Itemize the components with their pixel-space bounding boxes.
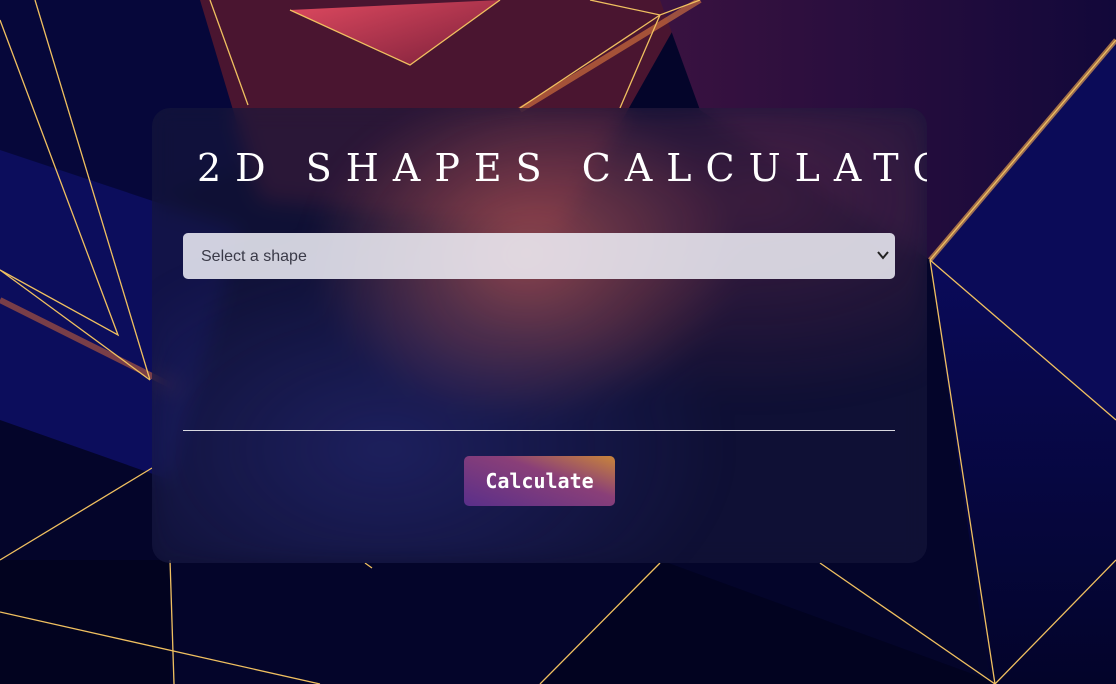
shape-fields-area — [183, 279, 895, 430]
button-row: Calculate — [183, 456, 896, 506]
calculator-card: 2D SHAPES CALCULATOR Select a shape Calc… — [152, 108, 927, 563]
shape-select[interactable]: Select a shape — [183, 233, 895, 279]
shape-select-wrapper: Select a shape — [183, 233, 895, 279]
page-title: 2D SHAPES CALCULATOR — [197, 146, 927, 190]
divider — [183, 430, 895, 431]
calculate-button[interactable]: Calculate — [464, 456, 615, 506]
